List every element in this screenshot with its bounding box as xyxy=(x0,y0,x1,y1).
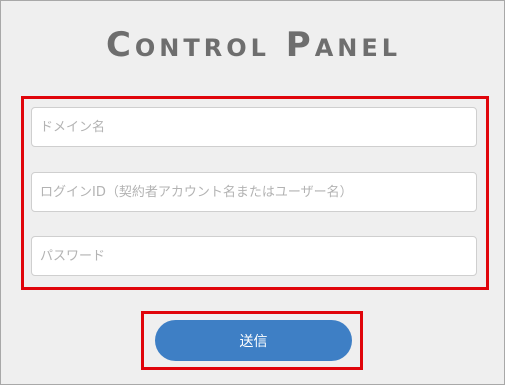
submit-button[interactable]: 送信 xyxy=(155,320,352,361)
page-title: Control Panel xyxy=(105,25,402,65)
domain-name-input[interactable] xyxy=(31,107,477,147)
control-panel-window: Control Panel 送信 xyxy=(0,0,505,385)
login-id-input[interactable] xyxy=(31,172,477,212)
login-form-highlight xyxy=(21,96,489,290)
submit-highlight: 送信 xyxy=(141,311,363,370)
password-input[interactable] xyxy=(31,236,477,276)
